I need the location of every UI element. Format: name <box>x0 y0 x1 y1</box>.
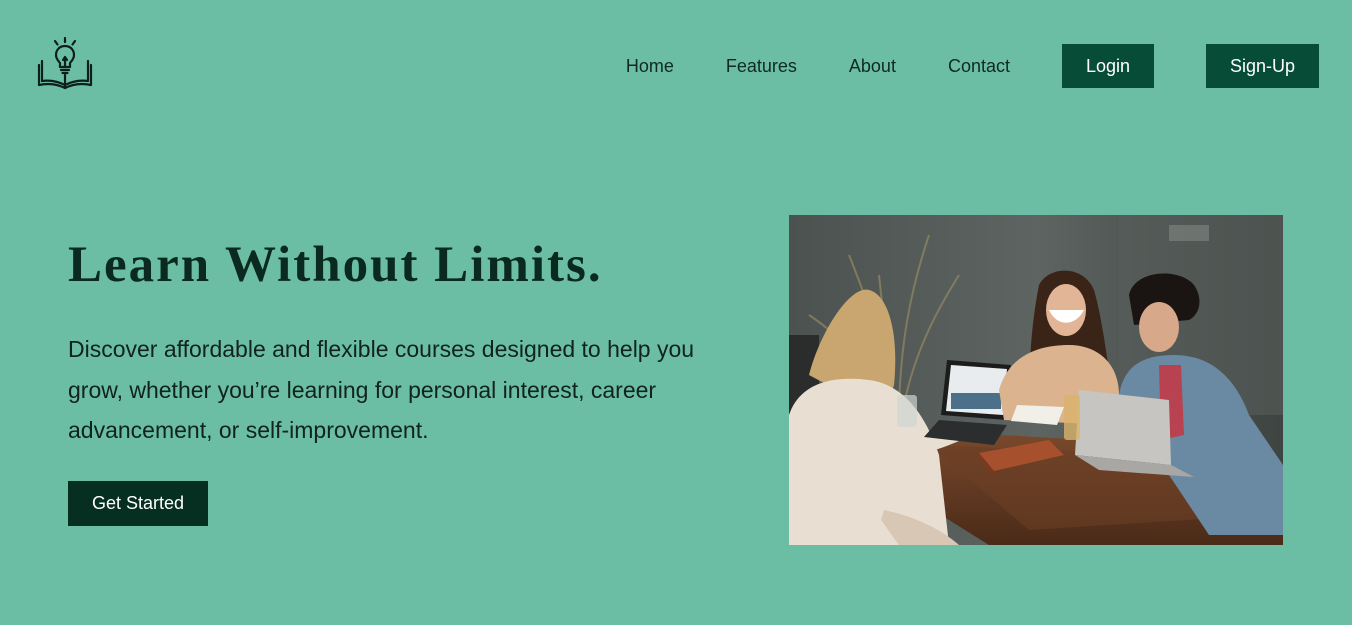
nav-link-contact[interactable]: Contact <box>948 56 1010 77</box>
nav-link-home[interactable]: Home <box>626 56 674 77</box>
logo-icon[interactable] <box>36 35 94 91</box>
nav-link-features[interactable]: Features <box>726 56 797 77</box>
nav-link-about[interactable]: About <box>849 56 896 77</box>
hero-description: Discover affordable and flexible courses… <box>68 336 695 443</box>
get-started-button[interactable]: Get Started <box>68 481 208 526</box>
main-nav: Home Features About Contact Login Sign-U… <box>626 44 1319 88</box>
hero-photo <box>789 215 1283 545</box>
signup-button[interactable]: Sign-Up <box>1206 44 1319 88</box>
login-button[interactable]: Login <box>1062 44 1154 88</box>
hero-title: Learn Without Limits. <box>68 237 603 293</box>
